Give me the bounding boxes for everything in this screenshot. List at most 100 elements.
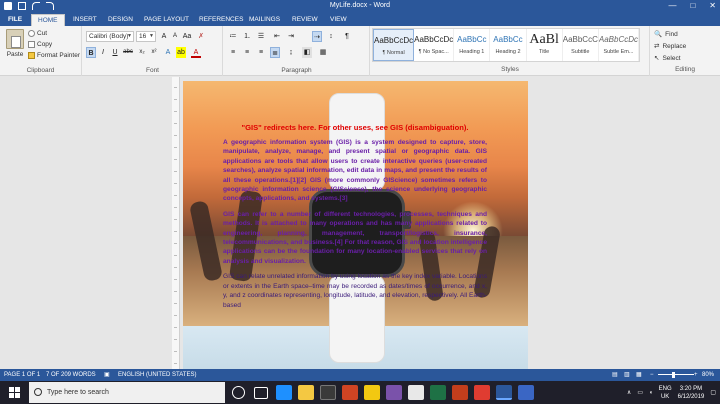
zoom-in-button[interactable]: + <box>694 369 698 381</box>
decrease-indent-icon[interactable]: ⇤ <box>272 31 282 42</box>
subscript-button[interactable]: x₂ <box>137 47 147 58</box>
italic-button[interactable]: I <box>98 47 108 58</box>
network-icon[interactable]: ▭ <box>637 389 643 396</box>
style-normal[interactable]: AaBbCcDc ¶ Normal <box>373 29 415 61</box>
tab-home[interactable]: HOME <box>31 14 65 26</box>
edge-icon[interactable] <box>276 385 292 400</box>
font-color-button[interactable]: A <box>191 47 201 58</box>
grow-font-button[interactable]: A <box>159 31 169 42</box>
numbering-icon[interactable]: ⒈ <box>242 31 252 42</box>
tab-insert[interactable]: INSERT <box>67 14 103 26</box>
text-effects-button[interactable]: A <box>163 47 173 58</box>
increase-indent-icon[interactable]: ⇥ <box>286 31 296 42</box>
style-subtitle[interactable]: AaBbCcC Subtitle <box>563 29 599 61</box>
justify-icon[interactable]: ≣ <box>270 47 280 58</box>
read-mode-icon[interactable]: ▤ <box>612 369 618 381</box>
paste-button[interactable]: Paste <box>4 29 26 58</box>
style-heading-2[interactable]: AaBbCc Heading 2 <box>490 29 527 61</box>
shading-icon[interactable]: ◧ <box>302 47 312 58</box>
tab-page-layout[interactable]: PAGE LAYOUT <box>138 14 195 26</box>
start-button[interactable] <box>0 381 28 404</box>
chrome-icon[interactable] <box>364 385 380 400</box>
document-page[interactable]: "GIS" redirects here. For other uses, se… <box>183 81 528 369</box>
close-button[interactable]: ✕ <box>709 1 716 10</box>
style-preview: AaBbCcDc <box>374 36 414 45</box>
input-language[interactable]: ENG UK <box>659 385 672 401</box>
onenote-icon[interactable] <box>386 385 402 400</box>
show-hidden-icons-icon[interactable]: ∧ <box>627 389 631 396</box>
ltr-direction-icon[interactable]: ⇢ <box>312 31 322 42</box>
copy-button[interactable]: Copy <box>28 41 52 48</box>
replace-button[interactable]: ⇄ Replace <box>654 42 686 51</box>
style-name: ¶ Normal <box>382 50 405 56</box>
find-label: Find <box>665 30 678 38</box>
powerpoint-icon[interactable] <box>342 385 358 400</box>
minimize-button[interactable]: — <box>668 1 676 10</box>
zoom-slider[interactable] <box>658 374 694 375</box>
word-count[interactable]: 7 OF 209 WORDS <box>46 369 96 381</box>
sort-icon[interactable]: ↕ <box>326 31 336 42</box>
page-count[interactable]: PAGE 1 OF 1 <box>4 369 40 381</box>
zoom-slider-thumb[interactable] <box>672 372 675 378</box>
line-spacing-icon[interactable]: ↨ <box>286 47 296 58</box>
clock-date: 6/12/2019 <box>677 393 705 400</box>
print-layout-icon[interactable]: ▥ <box>624 369 630 381</box>
font-size-select[interactable]: 16 ▼ <box>136 31 156 42</box>
excel-icon[interactable] <box>430 385 446 400</box>
tab-mailings[interactable]: MAILINGS <box>243 14 286 26</box>
clock[interactable]: 3:20 PM 6/12/2019 <box>678 385 705 401</box>
notifications-icon[interactable]: ▢ <box>710 389 716 396</box>
cortana-icon[interactable] <box>232 386 245 399</box>
tab-view[interactable]: VIEW <box>324 14 353 26</box>
style-title[interactable]: AaBl Title <box>527 29 563 61</box>
style-name: Subtitle <box>571 49 590 55</box>
bullets-icon[interactable]: ≔ <box>228 31 238 42</box>
borders-icon[interactable]: ▦ <box>318 47 328 58</box>
select-button[interactable]: ↖ Select <box>654 54 681 63</box>
align-center-icon[interactable]: ≡ <box>242 47 252 58</box>
style-name: Title <box>539 49 550 55</box>
zoom-out-button[interactable]: − <box>650 369 654 381</box>
superscript-button[interactable]: x² <box>149 47 159 58</box>
maximize-button[interactable]: □ <box>690 1 695 10</box>
align-right-icon[interactable]: ≡ <box>256 47 266 58</box>
acrobat-icon[interactable] <box>474 385 490 400</box>
file-explorer-icon[interactable] <box>298 385 314 400</box>
highlight-icon[interactable]: ab <box>176 47 186 58</box>
store-icon[interactable] <box>320 385 336 400</box>
volume-icon[interactable]: ◖ <box>649 390 653 396</box>
strikethrough-button[interactable]: abc <box>123 47 133 58</box>
bold-button[interactable]: B <box>86 47 96 58</box>
proofing-icon[interactable]: ▣ <box>104 369 110 381</box>
font-name-select[interactable]: Calibri (Body) ▼ <box>86 31 134 42</box>
task-view-icon[interactable] <box>254 387 268 399</box>
align-left-icon[interactable]: ≡ <box>228 47 238 58</box>
clear-formatting-icon[interactable]: ✗ <box>196 31 206 42</box>
tab-design[interactable]: DESIGN <box>102 14 139 26</box>
word-taskbar-icon[interactable] <box>496 385 512 400</box>
show-formatting-icon[interactable]: ¶ <box>342 31 352 42</box>
app-icon[interactable] <box>408 385 424 400</box>
multilevel-list-icon[interactable]: ☰ <box>256 31 266 42</box>
cut-button[interactable]: Cut <box>28 30 47 37</box>
tab-file[interactable]: FILE <box>0 14 30 26</box>
web-layout-icon[interactable]: ▦ <box>636 369 642 381</box>
format-painter-button[interactable]: Format Painter <box>28 52 80 59</box>
shrink-font-button[interactable]: A <box>170 31 180 42</box>
tab-references[interactable]: REFERENCES <box>193 14 249 26</box>
style-no-spacing[interactable]: AaBbCcDc ¶ No Spac... <box>414 29 455 61</box>
tab-review[interactable]: REVIEW <box>286 14 324 26</box>
taskbar-search[interactable]: Type here to search <box>29 382 225 403</box>
underline-button[interactable]: U <box>110 47 120 58</box>
document-area[interactable]: "GIS" redirects here. For other uses, se… <box>0 77 720 369</box>
chevron-down-icon: ▼ <box>127 33 132 39</box>
media-icon[interactable] <box>452 385 468 400</box>
document-text[interactable]: "GIS" redirects here. For other uses, se… <box>223 123 487 316</box>
style-subtle-emphasis[interactable]: AaBbCcDc Subtle Em... <box>599 29 639 61</box>
language-indicator[interactable]: ENGLISH (UNITED STATES) <box>118 369 196 381</box>
change-case-button[interactable]: Aa <box>182 31 192 42</box>
outlook-icon[interactable] <box>518 385 534 400</box>
style-heading-1[interactable]: AaBbCc Heading 1 <box>454 29 491 61</box>
find-button[interactable]: 🔍 Find <box>654 30 678 39</box>
zoom-level[interactable]: 80% <box>702 369 714 381</box>
